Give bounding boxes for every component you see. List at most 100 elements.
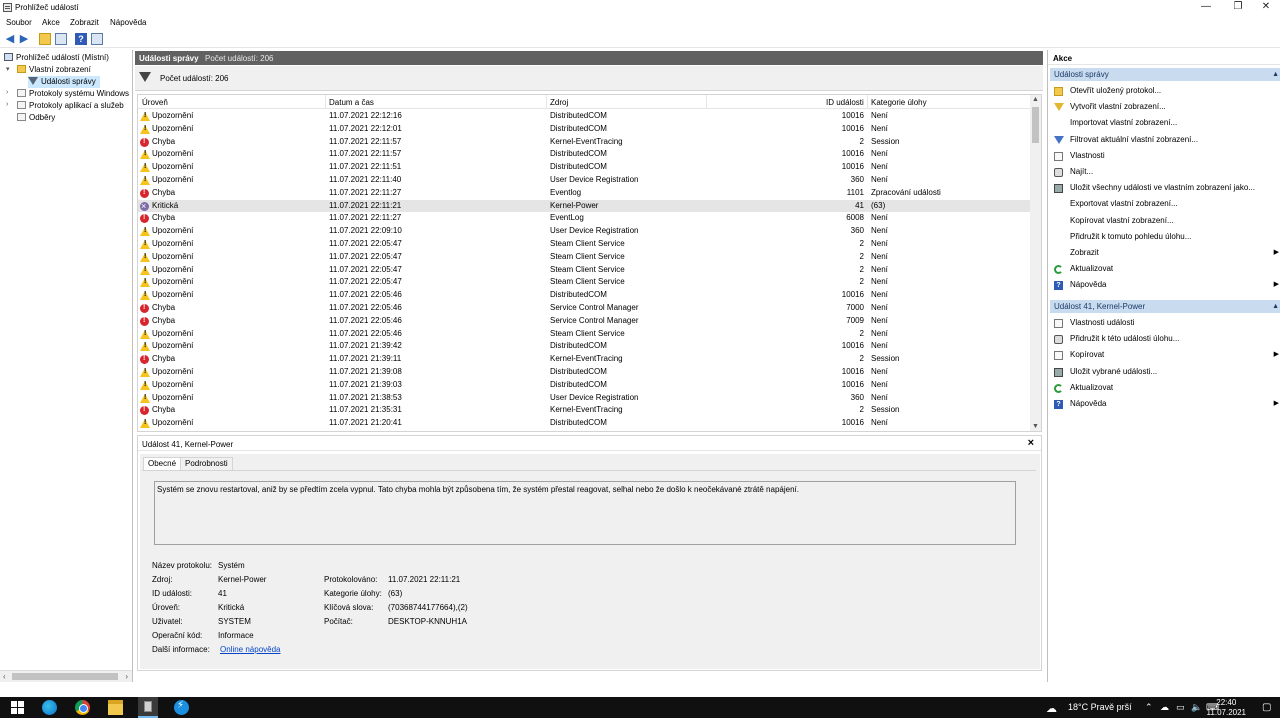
- table-row[interactable]: Chyba 11.07.2021 22:05:46 Service Control …: [138, 315, 1031, 328]
- action-kop-rovat-vlastn-zobrazen[interactable]: Kopírovat vlastní zobrazení...: [1054, 214, 1279, 228]
- column-header-level[interactable]: Úroveň: [142, 98, 168, 107]
- column-header-date[interactable]: Datum a čas: [329, 98, 374, 107]
- column-separator[interactable]: [867, 95, 868, 109]
- event-description[interactable]: Systém se znovu restartoval, aniž by se …: [154, 481, 1016, 545]
- chrome-browser-icon[interactable]: [75, 700, 90, 715]
- tree-item-custom-views[interactable]: Vlastní zobrazení: [17, 64, 91, 76]
- table-row[interactable]: Upozornění 11.07.2021 22:11:40 User Device…: [138, 174, 1031, 187]
- scroll-down-icon[interactable]: ▼: [1032, 423, 1039, 430]
- table-row[interactable]: Chyba 11.07.2021 21:35:31 Kernel-EventTrac…: [138, 404, 1031, 417]
- close-button[interactable]: ✕: [1250, 0, 1280, 15]
- notifications-icon[interactable]: ▢: [1262, 702, 1271, 713]
- table-row[interactable]: Chyba 11.07.2021 22:11:27 EventLog 6008 Není: [138, 212, 1031, 225]
- table-row[interactable]: Chyba 11.07.2021 21:39:11 Kernel-EventTrac…: [138, 353, 1031, 366]
- onedrive-cloud-icon[interactable]: ☁: [1160, 702, 1169, 713]
- column-header-event-id[interactable]: ID události: [826, 98, 864, 107]
- tab-general[interactable]: Obecné: [143, 457, 182, 471]
- action-exportovat-vlastn-zobrazen[interactable]: Exportovat vlastní zobrazení...: [1054, 197, 1279, 211]
- actions-section-admin-events[interactable]: Události správy ▲: [1050, 68, 1280, 81]
- tree-item-windows-logs[interactable]: Protokoly systému Windows: [17, 88, 129, 100]
- tree-item-admin-events[interactable]: Události správy: [28, 76, 100, 88]
- action-p-idru-it-k-t-to-ud-losti-lohu[interactable]: Přidružit k této události úlohu...: [1054, 332, 1279, 346]
- collapse-chevron-icon[interactable]: ▲: [1272, 68, 1279, 81]
- file-explorer-icon[interactable]: [108, 700, 123, 715]
- detail-close-icon[interactable]: ×: [1028, 437, 1034, 449]
- scroll-up-icon[interactable]: ▲: [1032, 96, 1039, 103]
- action-importovat-vlastn-zobrazen[interactable]: Importovat vlastní zobrazení...: [1054, 116, 1279, 130]
- table-row[interactable]: Upozornění 11.07.2021 22:05:47 Steam Clien…: [138, 264, 1031, 277]
- menu-help[interactable]: Nápověda: [110, 18, 146, 27]
- scroll-right-icon[interactable]: ›: [125, 672, 128, 681]
- expand-arrow-icon[interactable]: ›: [6, 101, 8, 108]
- scrollbar-thumb[interactable]: [12, 673, 118, 680]
- network-icon[interactable]: ▭: [1176, 702, 1185, 713]
- table-row[interactable]: Upozornění 11.07.2021 21:38:53 User Device…: [138, 392, 1031, 405]
- tree-item-root[interactable]: Prohlížeč událostí (Místní): [4, 52, 109, 64]
- table-row[interactable]: Chyba 11.07.2021 22:11:57 Kernel-EventTrac…: [138, 136, 1031, 149]
- action-n-pov-da[interactable]: ? Nápověda ▶: [1054, 278, 1279, 292]
- action-kop-rovat[interactable]: Kopírovat ▶: [1054, 348, 1279, 362]
- action-aktualizovat[interactable]: Aktualizovat: [1054, 381, 1279, 395]
- table-row[interactable]: Upozornění 11.07.2021 22:05:47 Steam Clien…: [138, 238, 1031, 251]
- forward-arrow-icon[interactable]: ▶: [18, 33, 30, 45]
- weather-cloud-icon[interactable]: ☁: [1046, 702, 1057, 715]
- expand-arrow-icon[interactable]: ›: [6, 89, 8, 96]
- action-ulo-it-vybran-ud-losti[interactable]: Uložit vybrané události...: [1054, 365, 1279, 379]
- up-folder-icon[interactable]: [39, 33, 51, 45]
- action-ulo-it-v-echny-ud-losti-ve-vlastn-m-zobrazen-jako[interactable]: Uložit všechny události ve vlastním zobr…: [1054, 181, 1279, 195]
- menu-file[interactable]: Soubor: [6, 18, 32, 27]
- action-p-idru-it-k-tomuto-pohledu-lohu[interactable]: Přidružit k tomuto pohledu úlohu...: [1054, 230, 1279, 244]
- table-vertical-scrollbar[interactable]: ▲ ▼: [1030, 95, 1041, 431]
- clock[interactable]: 22:40 11.07.2021: [1207, 698, 1246, 718]
- column-separator[interactable]: [325, 95, 326, 109]
- table-row[interactable]: Upozornění 11.07.2021 21:39:03 Distributed…: [138, 379, 1031, 392]
- action-n-pov-da[interactable]: ? Nápověda ▶: [1054, 397, 1279, 411]
- tree-item-app-logs[interactable]: Protokoly aplikací a služeb: [17, 100, 124, 112]
- table-row[interactable]: Upozornění 11.07.2021 22:11:57 Distributed…: [138, 148, 1031, 161]
- show-hide-tree-icon[interactable]: [55, 33, 67, 45]
- back-arrow-icon[interactable]: ◀: [4, 33, 16, 45]
- action-filtrovat-aktu-ln-vlastn-zobrazen[interactable]: Filtrovat aktuální vlastní zobrazení...: [1054, 133, 1279, 147]
- table-row[interactable]: Upozornění 11.07.2021 21:39:42 Distributed…: [138, 340, 1031, 353]
- table-row[interactable]: Upozornění 11.07.2021 21:20:41 Distributed…: [138, 417, 1031, 430]
- table-row[interactable]: Chyba 11.07.2021 22:11:27 Eventlog 1101 Zpra…: [138, 187, 1031, 200]
- menu-view[interactable]: Zobrazit: [70, 18, 99, 27]
- scroll-left-icon[interactable]: ‹: [3, 672, 6, 681]
- column-header-task-category[interactable]: Kategorie úlohy: [871, 98, 927, 107]
- action-aktualizovat[interactable]: Aktualizovat: [1054, 262, 1279, 276]
- table-row[interactable]: Upozornění 11.07.2021 22:05:47 Steam Clien…: [138, 276, 1031, 289]
- table-row[interactable]: Chyba 11.07.2021 22:05:46 Service Control …: [138, 302, 1031, 315]
- action-vytvo-it-vlastn-zobrazen[interactable]: Vytvořit vlastní zobrazení...: [1054, 100, 1279, 114]
- event-viewer-taskbar-icon[interactable]: [138, 697, 158, 718]
- table-row[interactable]: Upozornění 11.07.2021 22:09:10 User Device…: [138, 225, 1031, 238]
- column-separator[interactable]: [706, 95, 707, 109]
- edge-browser-icon[interactable]: [42, 700, 57, 715]
- action-vlastnosti-ud-losti[interactable]: Vlastnosti události: [1054, 316, 1279, 330]
- tree-horizontal-scrollbar[interactable]: ‹ ›: [0, 670, 132, 682]
- minimize-button[interactable]: —: [1190, 0, 1222, 15]
- table-row[interactable]: Upozornění 11.07.2021 22:05:46 Steam Clien…: [138, 328, 1031, 341]
- tab-details[interactable]: Podrobnosti: [180, 457, 233, 470]
- table-row[interactable]: Upozornění 11.07.2021 22:12:01 Distributed…: [138, 123, 1031, 136]
- actions-section-event[interactable]: Událost 41, Kernel-Power ▲: [1050, 300, 1280, 313]
- weather-text[interactable]: 18°C Pravě prší: [1068, 702, 1132, 712]
- table-row[interactable]: Upozornění 11.07.2021 22:05:46 Distributed…: [138, 289, 1031, 302]
- table-row[interactable]: Upozornění 11.07.2021 21:39:08 Distributed…: [138, 366, 1031, 379]
- volume-icon[interactable]: 🔈: [1191, 702, 1202, 713]
- table-row[interactable]: Upozornění 11.07.2021 22:11:51 Distributed…: [138, 161, 1031, 174]
- online-help-link[interactable]: Online nápověda: [220, 645, 281, 654]
- action-naj-t[interactable]: Najít...: [1054, 165, 1279, 179]
- table-row[interactable]: Kritická 11.07.2021 22:11:21 Kernel-Power 4…: [138, 199, 1031, 213]
- help-icon[interactable]: ?: [75, 33, 87, 45]
- action-vlastnosti[interactable]: Vlastnosti: [1054, 149, 1279, 163]
- tree-item-subscriptions[interactable]: Odběry: [17, 112, 55, 124]
- column-separator[interactable]: [546, 95, 547, 109]
- scrollbar-thumb[interactable]: [1032, 107, 1039, 143]
- action-otev-t-ulo-en-protokol[interactable]: Otevřít uložený protokol...: [1054, 84, 1279, 98]
- show-hide-actions-icon[interactable]: [91, 33, 103, 45]
- table-row[interactable]: Upozornění 11.07.2021 22:05:47 Steam Clien…: [138, 251, 1031, 264]
- menu-action[interactable]: Akce: [42, 18, 60, 27]
- windows-start-icon[interactable]: [10, 700, 25, 715]
- tray-chevron-icon[interactable]: ⌃: [1145, 702, 1153, 713]
- table-row[interactable]: Upozornění 11.07.2021 22:12:16 Distributed…: [138, 110, 1031, 123]
